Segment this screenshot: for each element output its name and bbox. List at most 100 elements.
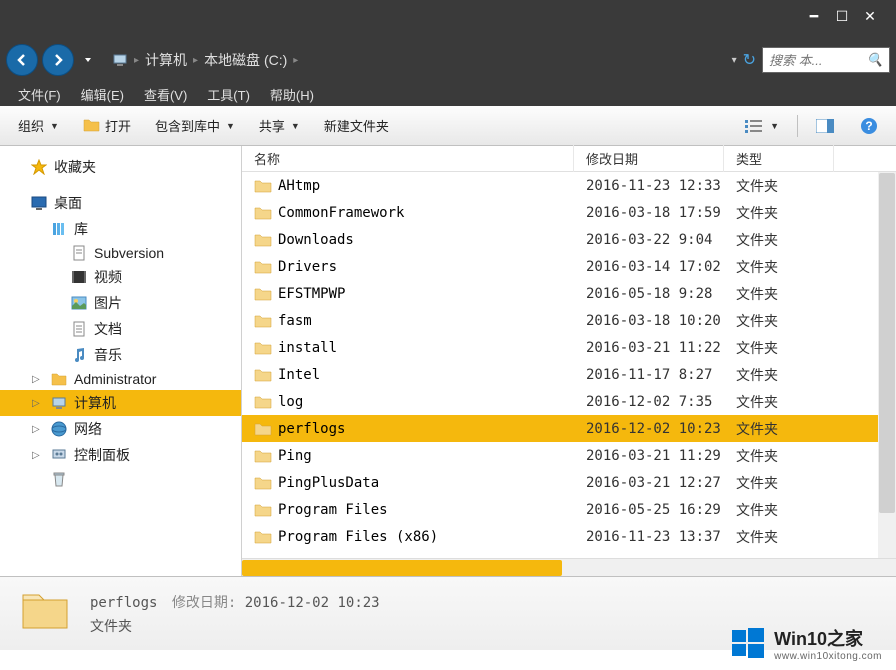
- pictures-icon: [70, 295, 88, 311]
- tree-subversion[interactable]: Subversion: [0, 242, 241, 264]
- file-row[interactable]: EFSTMPWP2016-05-18 9:28文件夹: [242, 280, 896, 307]
- column-date[interactable]: 修改日期: [574, 145, 724, 172]
- file-type: 文件夹: [724, 200, 834, 226]
- tree-label: 音乐: [94, 345, 122, 365]
- file-row[interactable]: Intel2016-11-17 8:27文件夹: [242, 361, 896, 388]
- menu-help[interactable]: 帮助(H): [262, 83, 322, 106]
- search-box[interactable]: 🔍: [762, 47, 890, 73]
- file-row[interactable]: Program Files2016-05-25 16:29文件夹: [242, 496, 896, 523]
- file-row[interactable]: Drivers2016-03-14 17:02文件夹: [242, 253, 896, 280]
- list-icon: [744, 119, 764, 133]
- computer-icon: [112, 52, 128, 68]
- new-folder-button[interactable]: 新建文件夹: [316, 112, 397, 139]
- tree-label: 库: [74, 219, 88, 239]
- breadcrumb-drive[interactable]: 本地磁盘 (C:): [204, 50, 287, 70]
- computer-icon: [50, 395, 68, 411]
- tree-videos[interactable]: 视频: [0, 264, 241, 290]
- forward-button[interactable]: [42, 44, 74, 76]
- dropdown-icon[interactable]: ▾: [732, 55, 737, 66]
- close-button[interactable]: ✕: [856, 6, 884, 26]
- search-icon[interactable]: 🔍: [867, 52, 883, 68]
- tree-label: Subversion: [94, 245, 164, 261]
- tree-libraries[interactable]: 库: [0, 216, 241, 242]
- folder-icon: [254, 341, 272, 355]
- column-type[interactable]: 类型: [724, 145, 834, 172]
- user-icon: [50, 371, 68, 387]
- star-icon: [30, 159, 48, 175]
- scrollbar-thumb[interactable]: [879, 173, 895, 513]
- tree-controlpanel[interactable]: ▷ 控制面板: [0, 442, 241, 468]
- folder-icon: [254, 206, 272, 220]
- file-type: 文件夹: [724, 524, 834, 550]
- back-button[interactable]: [6, 44, 38, 76]
- tree-computer[interactable]: ▷ 计算机: [0, 390, 241, 416]
- tree-music[interactable]: 音乐: [0, 342, 241, 368]
- file-row[interactable]: CommonFramework2016-03-18 17:59文件夹: [242, 199, 896, 226]
- folder-icon: [254, 422, 272, 436]
- maximize-button[interactable]: ☐: [828, 6, 856, 26]
- vertical-scrollbar[interactable]: [878, 172, 896, 558]
- column-name[interactable]: 名称: [242, 145, 574, 172]
- help-button[interactable]: ?: [852, 113, 886, 139]
- file-name: Downloads: [278, 232, 354, 248]
- file-row[interactable]: Program Files (x86)2016-11-23 13:37文件夹: [242, 523, 896, 550]
- menu-edit[interactable]: 编辑(E): [73, 83, 132, 106]
- tree-pictures[interactable]: 图片: [0, 290, 241, 316]
- details-date: 2016-12-02 10:23: [245, 595, 380, 611]
- file-date: 2016-03-22 9:04: [574, 229, 724, 251]
- horizontal-scrollbar[interactable]: [242, 558, 896, 576]
- file-name: log: [278, 394, 303, 410]
- network-icon: [50, 421, 68, 437]
- chevron-down-icon: ▼: [291, 121, 300, 131]
- folder-icon: [254, 395, 272, 409]
- history-dropdown[interactable]: [78, 44, 98, 76]
- tree-desktop[interactable]: 桌面: [0, 190, 241, 216]
- preview-pane-button[interactable]: [808, 115, 842, 137]
- file-row[interactable]: PingPlusData2016-03-21 12:27文件夹: [242, 469, 896, 496]
- music-icon: [70, 347, 88, 363]
- include-library-button[interactable]: 包含到库中▼: [147, 112, 243, 139]
- chevron-down-icon: ▼: [50, 121, 59, 131]
- menu-file[interactable]: 文件(F): [10, 83, 69, 106]
- open-button[interactable]: 打开: [75, 112, 139, 139]
- organize-button[interactable]: 组织▼: [10, 112, 67, 139]
- file-row[interactable]: AHtmp2016-11-23 12:33文件夹: [242, 172, 896, 199]
- file-row[interactable]: log2016-12-02 7:35文件夹: [242, 388, 896, 415]
- tree-network[interactable]: ▷ 网络: [0, 416, 241, 442]
- tree-label: 文档: [94, 319, 122, 339]
- refresh-icon[interactable]: ↻: [743, 50, 756, 70]
- file-date: 2016-03-21 11:29: [574, 445, 724, 467]
- share-button[interactable]: 共享▼: [251, 112, 308, 139]
- tree-favorites[interactable]: 收藏夹: [0, 154, 241, 180]
- file-row[interactable]: perflogs2016-12-02 10:23文件夹: [242, 415, 896, 442]
- scrollbar-thumb[interactable]: [242, 560, 562, 576]
- menu-view[interactable]: 查看(V): [136, 83, 195, 106]
- folder-icon: [254, 314, 272, 328]
- folder-large-icon: [20, 589, 70, 639]
- file-date: 2016-05-18 9:28: [574, 283, 724, 305]
- tree-documents[interactable]: 文档: [0, 316, 241, 342]
- chevron-right-icon: ▸: [134, 55, 139, 66]
- tree-recyclebin[interactable]: [0, 468, 241, 490]
- file-row[interactable]: install2016-03-21 11:22文件夹: [242, 334, 896, 361]
- file-type: 文件夹: [724, 416, 834, 442]
- view-options-button[interactable]: ▼: [736, 115, 787, 137]
- file-row[interactable]: Downloads2016-03-22 9:04文件夹: [242, 226, 896, 253]
- search-input[interactable]: [769, 53, 859, 68]
- file-row[interactable]: fasm2016-03-18 10:20文件夹: [242, 307, 896, 334]
- preview-icon: [816, 119, 834, 133]
- tree-label: 计算机: [74, 393, 116, 413]
- minimize-button[interactable]: ━: [800, 6, 828, 26]
- menu-tools[interactable]: 工具(T): [199, 83, 258, 106]
- file-name: PingPlusData: [278, 475, 379, 491]
- tree-label: 图片: [94, 293, 122, 313]
- breadcrumb[interactable]: ▸ 计算机 ▸ 本地磁盘 (C:) ▸: [102, 50, 728, 70]
- breadcrumb-computer[interactable]: 计算机: [145, 50, 187, 70]
- file-date: 2016-11-23 12:33: [574, 175, 724, 197]
- tree-admin[interactable]: ▷ Administrator: [0, 368, 241, 390]
- folder-icon: [254, 233, 272, 247]
- file-row[interactable]: Ping2016-03-21 11:29文件夹: [242, 442, 896, 469]
- document-icon: [70, 245, 88, 261]
- documents-icon: [70, 321, 88, 337]
- folder-icon: [254, 449, 272, 463]
